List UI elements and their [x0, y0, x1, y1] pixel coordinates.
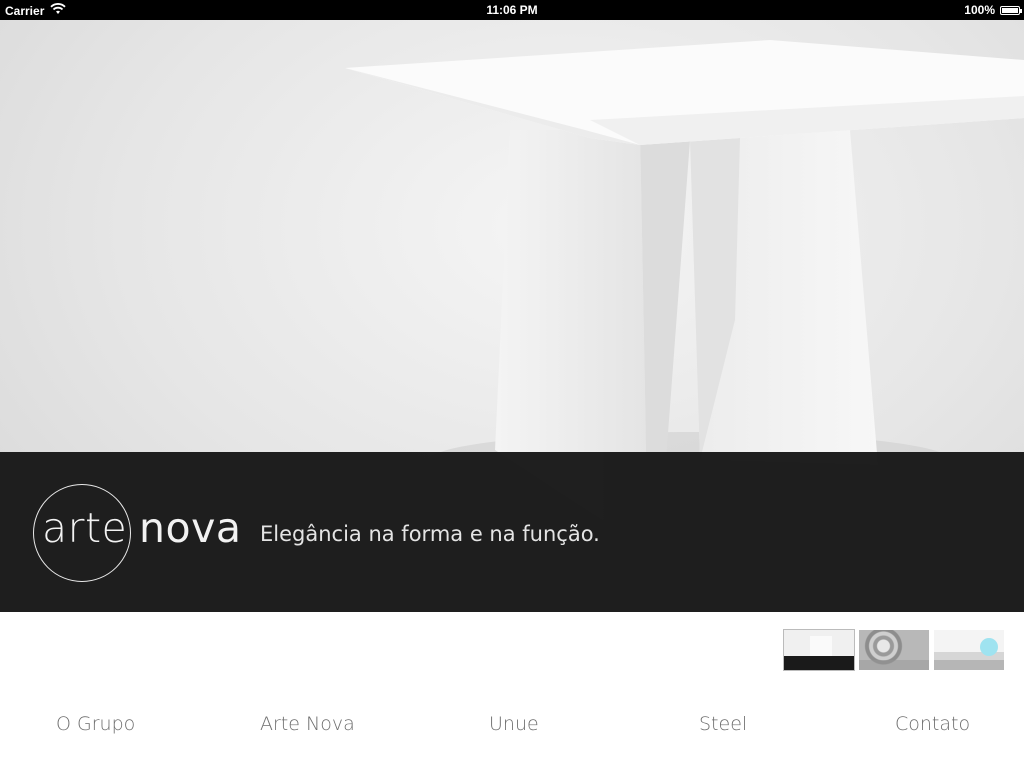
nav-item-o-grupo[interactable]: O Grupo [56, 713, 135, 735]
clock: 11:06 PM [486, 3, 538, 17]
status-right: 100% [964, 3, 1022, 17]
tagline: Elegância na forma e na função. [260, 522, 600, 546]
bottom-nav: O Grupo Arte Nova Unue Steel Contato [0, 713, 1024, 739]
thumbnail-disc[interactable] [859, 630, 929, 670]
nav-item-unue[interactable]: Unue [489, 713, 539, 735]
battery-icon [1000, 5, 1022, 15]
thumbnail-interior[interactable] [934, 630, 1004, 670]
nav-item-arte-nova[interactable]: Arte Nova [260, 713, 355, 735]
carrier-label: Carrier [5, 3, 45, 18]
logo-word-nova: nova [139, 504, 242, 552]
hero-banner[interactable]: arte nova Elegância na forma e na função… [0, 20, 1024, 612]
logo-word-arte: arte [42, 504, 128, 552]
nav-item-contato[interactable]: Contato [895, 713, 970, 735]
nav-item-steel[interactable]: Steel [699, 713, 747, 735]
thumbnail-table[interactable] [783, 629, 855, 671]
wifi-icon [50, 3, 66, 18]
battery-percent: 100% [964, 3, 995, 17]
status-left: Carrier [5, 3, 66, 18]
status-bar: Carrier 11:06 PM 100% [0, 0, 1024, 20]
brand-bar: arte nova Elegância na forma e na função… [0, 452, 1024, 612]
thumbnail-strip [783, 629, 1004, 671]
